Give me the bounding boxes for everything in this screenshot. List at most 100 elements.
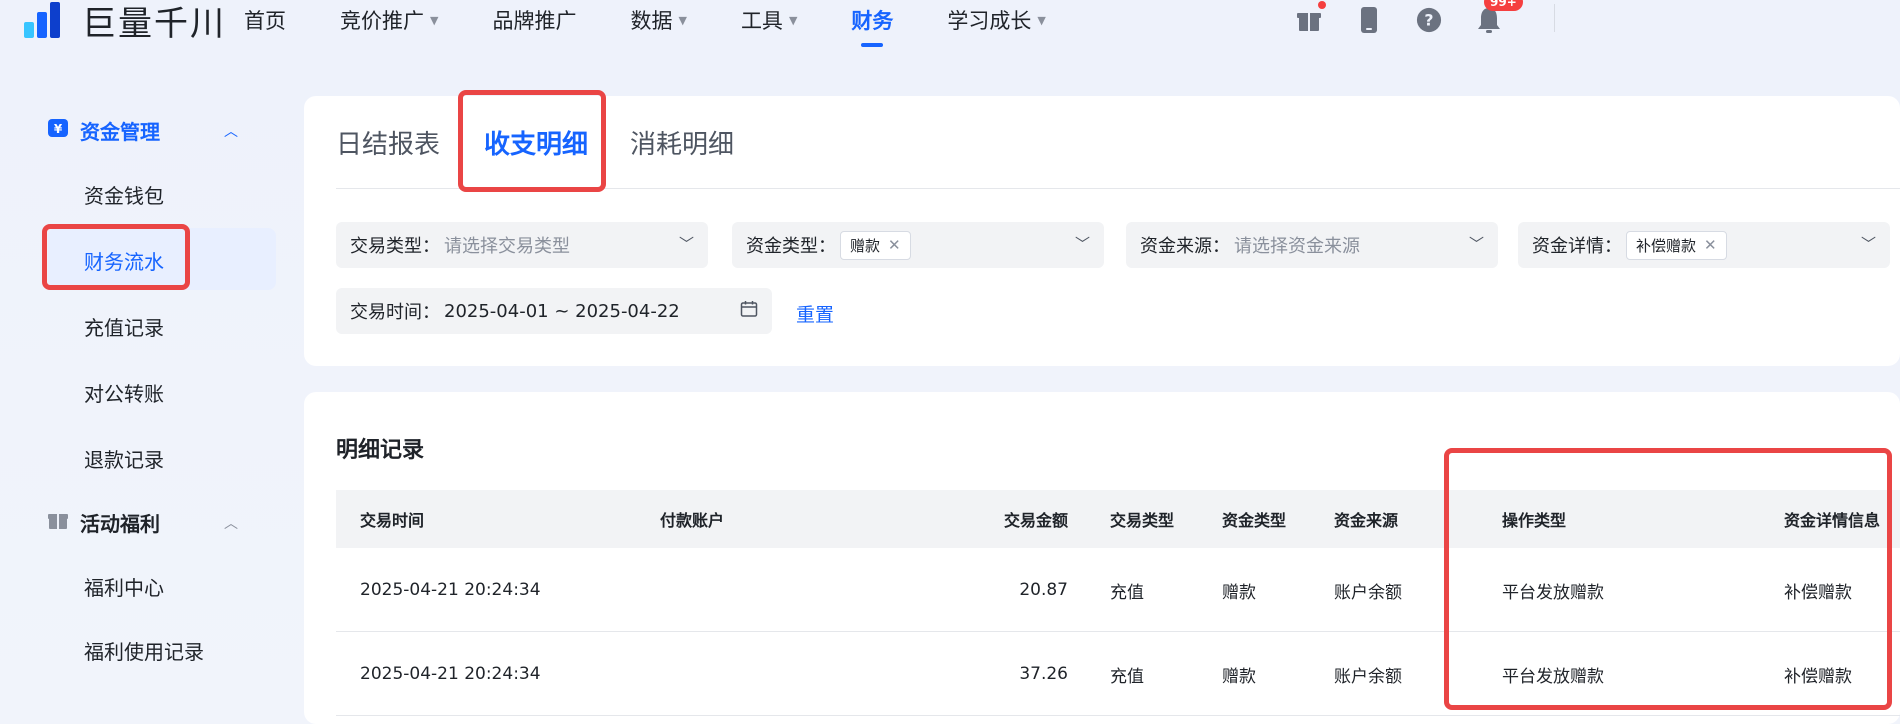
fund-source-select[interactable]: 资金来源： 请选择资金来源 ﹀: [1126, 222, 1498, 268]
column-header[interactable]: 资金来源: [1334, 490, 1398, 548]
fund-source-cell: 账户余额: [1334, 582, 1402, 603]
fund-detail-select[interactable]: 资金详情： 补偿赠款 ✕ ﹀: [1518, 222, 1890, 268]
filter-placeholder: 请选择交易类型: [444, 236, 570, 257]
details-title: 明细记录: [336, 438, 425, 463]
chevron-up-icon: ︿: [224, 515, 238, 532]
calendar-icon[interactable]: [740, 300, 758, 322]
chevron-down-icon: ﹀: [678, 235, 694, 253]
column-header[interactable]: 资金类型: [1222, 490, 1286, 548]
sidebar-group-welfare[interactable]: 活动福利 ︿: [48, 508, 238, 537]
sidebar-item-welfare-center[interactable]: 福利中心: [84, 572, 164, 601]
brand-logo[interactable]: 巨量千川: [22, 0, 226, 44]
nav-label: 数据: [630, 9, 673, 33]
nav-divider: [1554, 4, 1555, 32]
fund-detail-cell: 补偿赠款: [1784, 582, 1852, 603]
caret-down-icon: ▼: [430, 13, 439, 27]
brand-name: 巨量千川: [82, 3, 226, 44]
fund-type-cell: 赠款: [1222, 666, 1256, 687]
column-header[interactable]: 交易时间: [360, 490, 424, 548]
tab-divider: [336, 188, 1900, 189]
filter-label: 交易类型：: [350, 236, 440, 257]
table-row: 2025-04-21 20:24:34 20.87 充值 赠款 账户余额 平台发…: [336, 548, 1900, 632]
top-navigation: 巨量千川 首页 竞价推广 ▼ 品牌推广 数据 ▼ 工具 ▼ 财务 学习成长 ▼ ? 99…: [0, 0, 1900, 64]
amount-cell: 37.26: [1019, 664, 1068, 684]
yen-icon: ¥: [48, 118, 68, 143]
caret-down-icon: ▼: [678, 13, 687, 27]
sidebar-item-recharge[interactable]: 充值记录: [84, 312, 164, 341]
filter-label: 交易时间：: [350, 302, 440, 323]
table-row: 2025-04-21 20:24:34 37.26 充值 赠款 账户余额 平台发…: [336, 632, 1900, 716]
tab-consumption[interactable]: 消耗明细: [630, 124, 734, 161]
filter-label: 资金类型：: [746, 236, 836, 257]
nav-item-finance[interactable]: 财务: [851, 5, 893, 35]
tab-daily-report[interactable]: 日结报表: [336, 124, 440, 161]
gift-icon: [48, 510, 68, 535]
nav-label: 财务: [851, 9, 894, 33]
filter-label: 资金来源：: [1140, 236, 1230, 257]
nav-label: 学习成长: [947, 9, 1032, 33]
tab-income-expense[interactable]: 收支明细: [484, 124, 588, 161]
nav-label: 工具: [740, 9, 783, 33]
fund-type-select[interactable]: 资金类型： 赠款 ✕ ﹀: [732, 222, 1104, 268]
sidebar-group-label: 活动福利: [80, 512, 160, 536]
sidebar-item-finance-flow[interactable]: 财务流水: [84, 246, 164, 275]
logo-bars-icon: [22, 0, 72, 40]
mobile-icon[interactable]: [1356, 7, 1382, 33]
nav-item-learning[interactable]: 学习成长 ▼: [947, 5, 1045, 35]
sidebar-item-welfare-records[interactable]: 福利使用记录: [84, 636, 204, 665]
caret-down-icon: ▼: [788, 13, 798, 27]
nav-item-tools[interactable]: 工具 ▼: [741, 5, 797, 35]
trade-type-cell: 充值: [1110, 582, 1144, 603]
notification-badge: 99+: [1484, 0, 1523, 11]
amount-cell: 20.87: [1019, 580, 1068, 600]
gift-icon[interactable]: [1296, 1, 1326, 33]
close-icon[interactable]: ✕: [1704, 236, 1717, 254]
chevron-down-icon: ﹀: [1860, 235, 1876, 253]
close-icon[interactable]: ✕: [888, 236, 901, 254]
operation-type-cell: 平台发放赠款: [1502, 666, 1604, 687]
bell-icon[interactable]: 99+: [1476, 0, 1523, 33]
svg-text:?: ?: [1424, 11, 1433, 30]
fund-detail-tag[interactable]: 补偿赠款 ✕: [1626, 230, 1727, 260]
chevron-down-icon: ﹀: [1468, 235, 1484, 253]
gift-red-dot: [1318, 1, 1326, 9]
nav-item-home[interactable]: 首页: [244, 5, 286, 35]
trade-time-cell: 2025-04-21 20:24:34: [360, 664, 541, 684]
trade-type-select[interactable]: 交易类型： 请选择交易类型 ﹀: [336, 222, 708, 268]
sidebar-group-funds[interactable]: ¥ 资金管理 ︿: [48, 116, 238, 145]
column-header[interactable]: 付款账户: [660, 490, 724, 548]
date-range-value: 2025-04-01 ~ 2025-04-22: [444, 300, 680, 322]
caret-down-icon: ▼: [1037, 13, 1046, 27]
tag-label: 补偿赠款: [1636, 236, 1697, 255]
fund-type-cell: 赠款: [1222, 582, 1256, 603]
fund-type-tag[interactable]: 赠款 ✕: [840, 230, 911, 260]
column-header[interactable]: 资金详情信息: [1784, 490, 1880, 548]
help-icon[interactable]: ?: [1416, 7, 1442, 33]
nav-label: 竞价推广: [340, 9, 424, 33]
table-header: 交易时间 付款账户 交易金额 交易类型 资金类型 资金来源 操作类型 资金详情信…: [336, 490, 1900, 548]
nav-label: 品牌推广: [492, 9, 577, 33]
top-icon-bar: ? 99+: [1296, 0, 1523, 40]
main-nav: 首页 竞价推广 ▼ 品牌推广 数据 ▼ 工具 ▼ 财务 学习成长 ▼: [244, 0, 1100, 40]
filter-label: 资金详情：: [1532, 236, 1622, 257]
sidebar-item-wallet[interactable]: 资金钱包: [84, 180, 164, 209]
column-header[interactable]: 交易金额: [948, 490, 1068, 548]
sidebar-item-transfer[interactable]: 对公转账: [84, 378, 164, 407]
chevron-up-icon: ︿: [224, 123, 238, 140]
nav-item-data[interactable]: 数据 ▼: [630, 5, 686, 35]
svg-text:¥: ¥: [54, 122, 63, 136]
operation-type-cell: 平台发放赠款: [1502, 582, 1604, 603]
column-header[interactable]: 操作类型: [1502, 490, 1566, 548]
nav-item-bidding[interactable]: 竞价推广 ▼: [340, 5, 438, 35]
fund-source-cell: 账户余额: [1334, 666, 1402, 687]
sidebar-item-refund[interactable]: 退款记录: [84, 444, 164, 473]
reset-button[interactable]: 重置: [796, 300, 834, 327]
nav-label: 首页: [244, 9, 286, 33]
trade-time-cell: 2025-04-21 20:24:34: [360, 580, 541, 600]
filter-placeholder: 请选择资金来源: [1234, 236, 1360, 257]
trade-time-range-picker[interactable]: 交易时间： 2025-04-01 ~ 2025-04-22: [336, 288, 772, 334]
tag-label: 赠款: [850, 236, 881, 255]
nav-item-brand[interactable]: 品牌推广: [492, 5, 576, 35]
column-header[interactable]: 交易类型: [1110, 490, 1174, 548]
trade-type-cell: 充值: [1110, 666, 1144, 687]
